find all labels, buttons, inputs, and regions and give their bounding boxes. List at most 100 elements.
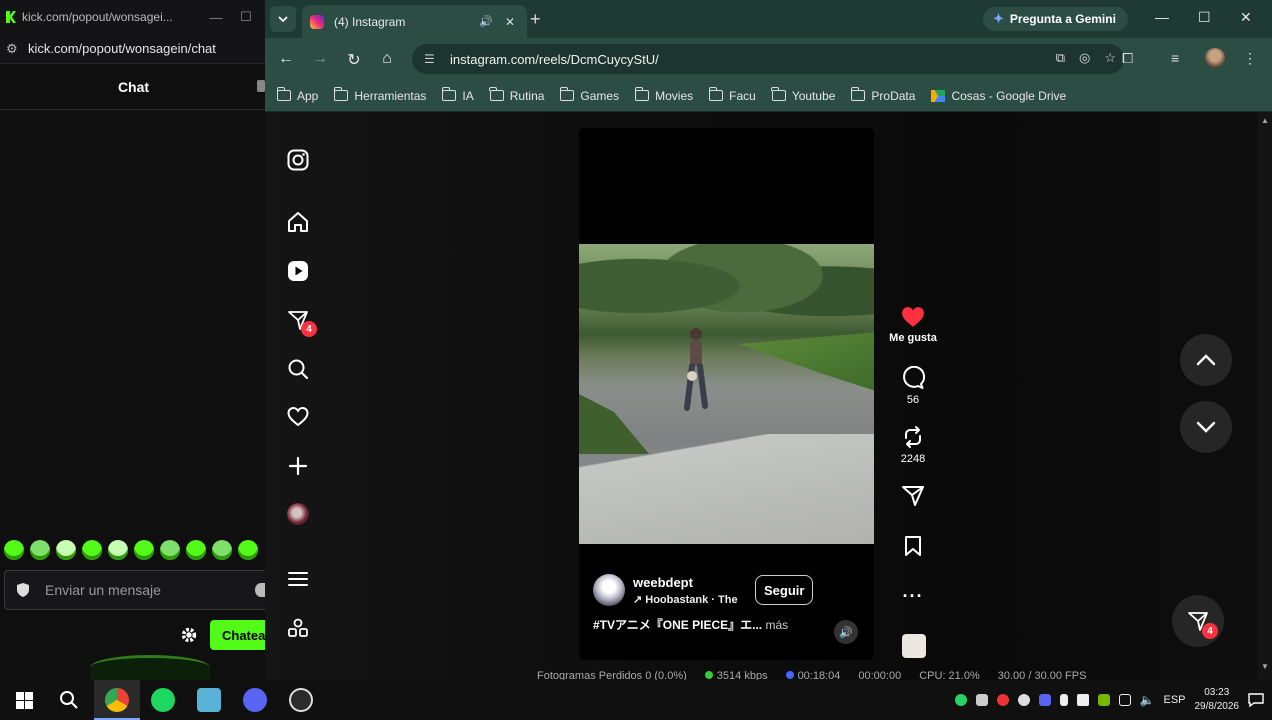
discord-tray-icon[interactable]: [1038, 694, 1051, 706]
caption-more-link[interactable]: más: [762, 618, 788, 632]
create-plus-icon[interactable]: [285, 453, 311, 479]
repost-action[interactable]: 2248: [883, 425, 943, 465]
taskbar-clock[interactable]: 03:23 29/8/2026: [1195, 686, 1240, 714]
bookmark-rutina[interactable]: Rutina: [489, 87, 544, 103]
emote-icon[interactable]: [238, 540, 258, 560]
notes-app-icon[interactable]: [197, 688, 221, 712]
bookmark-herramientas[interactable]: Herramientas: [333, 87, 426, 103]
forward-icon[interactable]: →: [311, 50, 329, 68]
site-settings-icon[interactable]: ⚙: [6, 41, 20, 57]
chat-send-button[interactable]: Chatea: [210, 620, 266, 650]
close-tab-icon[interactable]: ✕: [505, 15, 519, 29]
emote-icon[interactable]: [186, 540, 206, 560]
emote-icon[interactable]: [82, 540, 102, 560]
gear-icon[interactable]: [180, 626, 198, 644]
menu-kebab-icon[interactable]: ⋮: [1243, 50, 1257, 67]
chat-message-input[interactable]: Enviar un mensaje: [4, 570, 268, 610]
eye-off-icon[interactable]: ◎: [1079, 50, 1090, 66]
chat-side-icon[interactable]: [257, 80, 265, 92]
microphone-tray-icon[interactable]: [1059, 694, 1068, 706]
minimize-icon[interactable]: —: [201, 10, 231, 25]
scroll-down-icon[interactable]: ▼: [1261, 662, 1269, 671]
reels-icon[interactable]: [285, 258, 311, 284]
audio-playing-icon[interactable]: 🔊: [479, 15, 493, 28]
tray-app-icon[interactable]: [975, 694, 988, 706]
new-tab-button[interactable]: +: [530, 9, 541, 30]
search-icon[interactable]: [59, 690, 79, 710]
extensions-icon[interactable]: ⧠: [1122, 50, 1133, 67]
share-action[interactable]: [883, 485, 943, 511]
bookmark-star-icon[interactable]: ☆: [1104, 50, 1116, 66]
emote-icon[interactable]: [30, 540, 50, 560]
reel-audio-link[interactable]: ↗ Hoobastank · The: [633, 593, 741, 606]
chrome-tray-icon[interactable]: [1017, 694, 1030, 706]
address-bar[interactable]: ☰ instagram.com/reels/DcmCuycyStU/ ⧉ ◎ ☆: [412, 44, 1124, 74]
reel-player[interactable]: weebdept ↗ Hoobastank · The Seguir #TVアニ…: [579, 128, 874, 660]
bookmark-movies[interactable]: Movies: [634, 87, 693, 103]
back-icon[interactable]: ←: [277, 50, 295, 68]
notifications-heart-icon[interactable]: [285, 404, 311, 430]
nvidia-tray-icon[interactable]: [1097, 694, 1110, 706]
also-from-meta-icon[interactable]: [285, 615, 311, 641]
author-avatar[interactable]: [593, 574, 625, 606]
next-reel-button[interactable]: [1180, 401, 1232, 453]
windows-start-icon[interactable]: [16, 692, 33, 709]
tab-search-button[interactable]: [270, 6, 296, 32]
page-scrollbar[interactable]: ▲ ▼: [1258, 112, 1272, 680]
kick-url-bar[interactable]: ⚙ kick.com/popout/wonsagein/chat: [0, 34, 267, 64]
emote-icon[interactable]: [160, 540, 180, 560]
profile-nav-avatar[interactable]: [285, 501, 311, 527]
gemini-button[interactable]: ✦ Pregunta a Gemini: [983, 7, 1128, 31]
follow-button[interactable]: Seguir: [755, 575, 814, 605]
like-action[interactable]: Me gusta: [883, 306, 943, 344]
bookmark-games[interactable]: Games: [559, 87, 619, 103]
volume-tray-icon[interactable]: 🔈: [1140, 693, 1155, 707]
install-app-icon[interactable]: ⧉: [1056, 50, 1065, 66]
tab-instagram[interactable]: (4) Instagram 🔊 ✕: [302, 5, 527, 38]
previous-reel-button[interactable]: [1180, 334, 1232, 386]
instagram-logo-icon[interactable]: [285, 147, 311, 173]
reel-video-frame[interactable]: [579, 244, 874, 544]
emote-icon[interactable]: [108, 540, 128, 560]
tray-app-icon[interactable]: [1076, 694, 1089, 706]
audio-thumbnail[interactable]: [902, 634, 926, 658]
emote-icon[interactable]: [4, 540, 24, 560]
network-tray-icon[interactable]: [1118, 694, 1131, 706]
discord-app-icon[interactable]: [243, 688, 267, 712]
comment-action[interactable]: 56: [883, 366, 943, 406]
language-indicator[interactable]: ESP: [1163, 694, 1185, 706]
whatsapp-tray-icon[interactable]: [954, 694, 967, 706]
site-info-icon[interactable]: ☰: [424, 52, 438, 66]
tray-app-icon[interactable]: [996, 694, 1009, 706]
media-controls-icon[interactable]: ≡: [1171, 50, 1179, 66]
home-icon[interactable]: ⌂: [378, 50, 396, 68]
profile-avatar[interactable]: [1205, 48, 1225, 68]
bookmark-ia[interactable]: IA: [441, 87, 474, 103]
bookmark-app[interactable]: App: [276, 87, 318, 103]
bookmark-prodata[interactable]: ProData: [850, 87, 915, 103]
more-options-icon[interactable]: ···: [883, 586, 943, 607]
obs-app-icon[interactable]: [289, 688, 313, 712]
close-window-icon[interactable]: ✕: [1240, 9, 1252, 26]
scroll-up-icon[interactable]: ▲: [1261, 116, 1269, 125]
volume-icon[interactable]: 🔊: [834, 620, 858, 644]
spotify-app-icon[interactable]: [151, 688, 175, 712]
minimize-icon[interactable]: —: [1155, 9, 1169, 25]
save-action[interactable]: [883, 535, 943, 561]
floating-messages-button[interactable]: 4: [1172, 595, 1224, 647]
reload-icon[interactable]: ↻: [345, 50, 363, 70]
maximize-icon[interactable]: ☐: [231, 9, 261, 25]
emote-icon[interactable]: [212, 540, 232, 560]
bookmark-youtube[interactable]: Youtube: [771, 87, 835, 103]
more-menu-icon[interactable]: [285, 566, 311, 592]
maximize-icon[interactable]: ☐: [1198, 9, 1211, 26]
taskbar-chrome-active[interactable]: [94, 680, 140, 720]
direct-messages-icon[interactable]: 4: [285, 307, 317, 337]
emote-icon[interactable]: [134, 540, 154, 560]
author-username[interactable]: weebdept: [633, 575, 741, 590]
bookmark-facu[interactable]: Facu: [708, 87, 756, 103]
search-icon[interactable]: [285, 356, 311, 382]
home-icon[interactable]: [285, 209, 311, 235]
action-center-icon[interactable]: [1248, 692, 1264, 708]
emote-icon[interactable]: [56, 540, 76, 560]
